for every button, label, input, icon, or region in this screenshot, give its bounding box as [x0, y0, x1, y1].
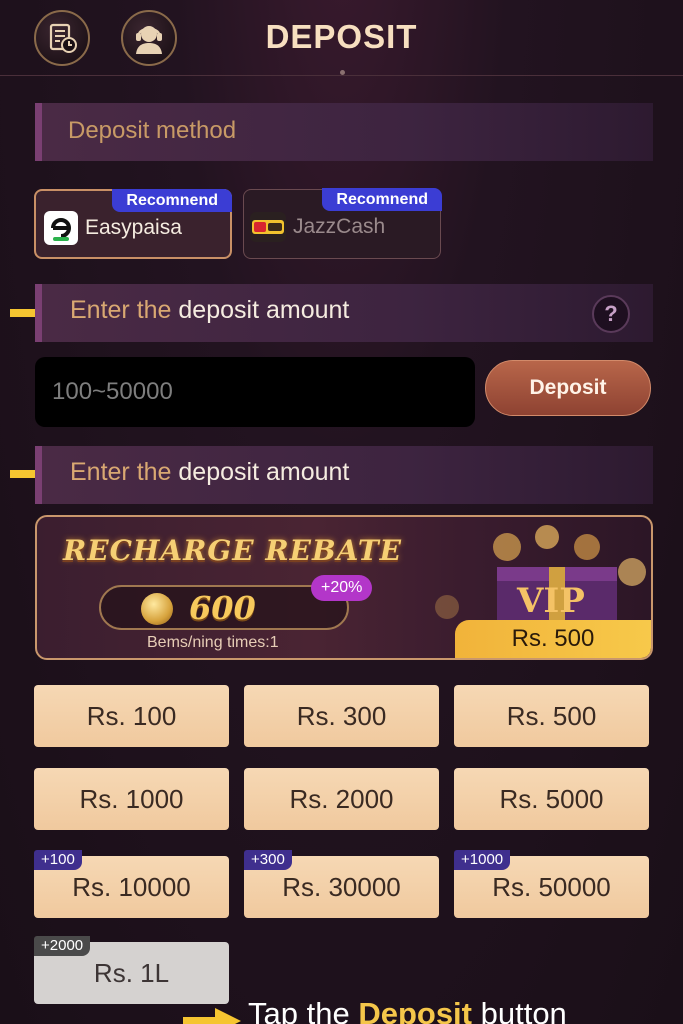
rebate-title: RECHARGE REBATE: [63, 534, 402, 567]
vip-price: Rs. 500: [455, 620, 651, 658]
bonus-percent-badge: +20%: [311, 575, 373, 601]
vip-text: VIP: [516, 581, 585, 621]
amount-option[interactable]: +100 Rs. 10000: [34, 850, 229, 918]
deposit-amount-header-2: Enter the deposit amount: [35, 446, 653, 504]
method-jazzcash[interactable]: Recomnend JazzCash: [243, 188, 442, 259]
method-name: Easypaisa: [85, 216, 182, 239]
arrow-pointer-icon: [183, 1008, 241, 1024]
tap-deposit-hint: Tap the Deposit button: [248, 996, 567, 1024]
rebate-note: Bems/ning times:1: [147, 634, 279, 651]
amount-option[interactable]: +2000 Rs. 1L: [34, 936, 229, 1004]
deposit-button[interactable]: Deposit: [485, 360, 651, 416]
deposit-method-label: Deposit method: [68, 117, 237, 144]
method-name: JazzCash: [293, 215, 386, 238]
amount-option[interactable]: Rs. 5000: [454, 768, 649, 830]
header: DEPOSIT: [0, 0, 683, 76]
bonus-badge: +2000: [34, 936, 91, 956]
method-easypaisa[interactable]: Recomnend Easypaisa: [34, 189, 232, 259]
bonus-badge: +300: [244, 850, 292, 870]
bonus-badge: +100: [34, 850, 82, 870]
amount-option[interactable]: Rs. 300: [244, 685, 439, 747]
amount-option[interactable]: Rs. 1000: [34, 768, 229, 830]
coin-value: 600: [189, 589, 256, 627]
recharge-rebate-banner[interactable]: RECHARGE REBATE 600 +20% Bems/ning times…: [35, 515, 653, 660]
recommend-badge: Recomnend: [322, 188, 442, 211]
deposit-amount-label: Enter the deposit amount: [70, 458, 350, 486]
page-title: DEPOSIT: [265, 18, 418, 55]
header-dot: [340, 70, 345, 75]
amount-option[interactable]: Rs. 100: [34, 685, 229, 747]
help-icon[interactable]: ?: [592, 295, 630, 333]
deposit-method-header: Deposit method: [35, 103, 653, 161]
amount-option[interactable]: Rs. 2000: [244, 768, 439, 830]
coin-icon: [141, 593, 173, 625]
deposit-amount-label: Enter the deposit amount: [70, 296, 350, 324]
bonus-badge: +1000: [454, 850, 511, 870]
jazzcash-logo-icon: [250, 212, 286, 242]
amount-option[interactable]: +300 Rs. 30000: [244, 850, 439, 918]
amount-option[interactable]: Rs. 500: [454, 685, 649, 747]
deposit-amount-header: Enter the deposit amount: [35, 284, 653, 342]
easypaisa-logo-icon: [44, 211, 78, 245]
amount-option[interactable]: +1000 Rs. 50000: [454, 850, 649, 918]
deposit-amount-input[interactable]: [35, 357, 475, 427]
recommend-badge: Recomnend: [112, 189, 232, 212]
